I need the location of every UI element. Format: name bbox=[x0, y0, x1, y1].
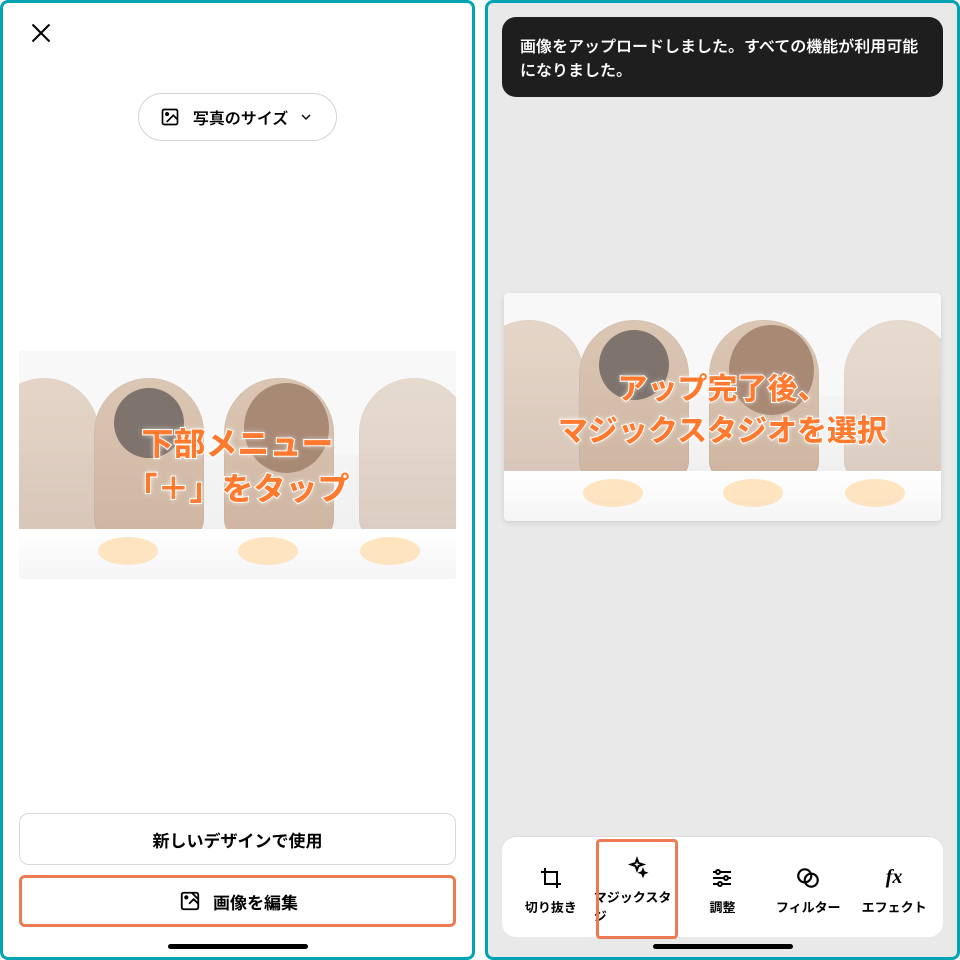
edit-image-label: 画像を編集 bbox=[213, 889, 298, 914]
home-indicator bbox=[653, 944, 793, 949]
tool-magic-studio[interactable]: マジックスタジ bbox=[594, 843, 680, 937]
annotation-overlay: 下部メニュー 「＋」をタップ bbox=[19, 351, 456, 579]
bottom-button-stack: 新しいデザインで使用 画像を編集 bbox=[19, 813, 456, 927]
edit-image-icon bbox=[177, 888, 203, 914]
annotation-line-1: アップ完了後、 bbox=[618, 365, 828, 407]
home-indicator bbox=[168, 944, 308, 949]
use-in-new-design-button[interactable]: 新しいデザインで使用 bbox=[19, 813, 456, 865]
chevron-down-icon bbox=[298, 109, 314, 125]
editor-canvas[interactable]: 下部メニュー 「＋」をタップ bbox=[19, 351, 456, 579]
tool-effect-label: エフェクト bbox=[862, 897, 927, 916]
fx-icon: fx bbox=[881, 865, 907, 891]
upload-toast: 画像をアップロードしました。すべての機能が利用可能になりました。 bbox=[502, 17, 943, 97]
upload-toast-text: 画像をアップロードしました。すべての機能が利用可能になりました。 bbox=[520, 33, 918, 81]
annotation-overlay: アップ完了後、 マジックスタジオを選択 bbox=[504, 293, 941, 521]
tool-filter-label: フィルター bbox=[776, 897, 841, 916]
annotation-line-2: マジックスタジオを選択 bbox=[558, 407, 887, 449]
use-in-new-design-label: 新しいデザインで使用 bbox=[153, 827, 323, 852]
phone-screen-right: 画像をアップロードしました。すべての機能が利用可能になりました。 アップ完了後、… bbox=[485, 0, 960, 960]
photo-size-label: 写真のサイズ bbox=[193, 105, 289, 129]
edit-image-button[interactable]: 画像を編集 bbox=[19, 875, 456, 927]
filter-icon bbox=[795, 865, 821, 891]
tool-crop-label: 切り抜き bbox=[525, 897, 577, 916]
tool-filter[interactable]: フィルター bbox=[765, 843, 851, 937]
sliders-icon bbox=[709, 865, 735, 891]
editor-canvas[interactable]: アップ完了後、 マジックスタジオを選択 bbox=[504, 293, 941, 521]
tool-crop[interactable]: 切り抜き bbox=[508, 843, 594, 937]
tool-adjust[interactable]: 調整 bbox=[680, 843, 766, 937]
crop-icon bbox=[538, 865, 564, 891]
image-icon bbox=[157, 104, 183, 130]
phone-screen-left: 写真のサイズ 下部メニュー 「＋」をタップ 新しいデザインで使用 bbox=[0, 0, 475, 960]
tool-adjust-label: 調整 bbox=[709, 897, 735, 916]
annotation-line-2: 「＋」をタップ bbox=[125, 465, 349, 510]
photo-size-chip[interactable]: 写真のサイズ bbox=[138, 93, 338, 141]
annotation-line-1: 下部メニュー bbox=[141, 420, 333, 465]
tool-effect[interactable]: fx エフェクト bbox=[851, 843, 937, 937]
close-icon[interactable] bbox=[27, 19, 55, 47]
tool-magic-label: マジックスタジ bbox=[594, 887, 680, 925]
sparkle-icon bbox=[624, 855, 650, 881]
edit-toolbar: 切り抜き マジックスタジ 調整 フィルター fx bbox=[502, 837, 943, 937]
